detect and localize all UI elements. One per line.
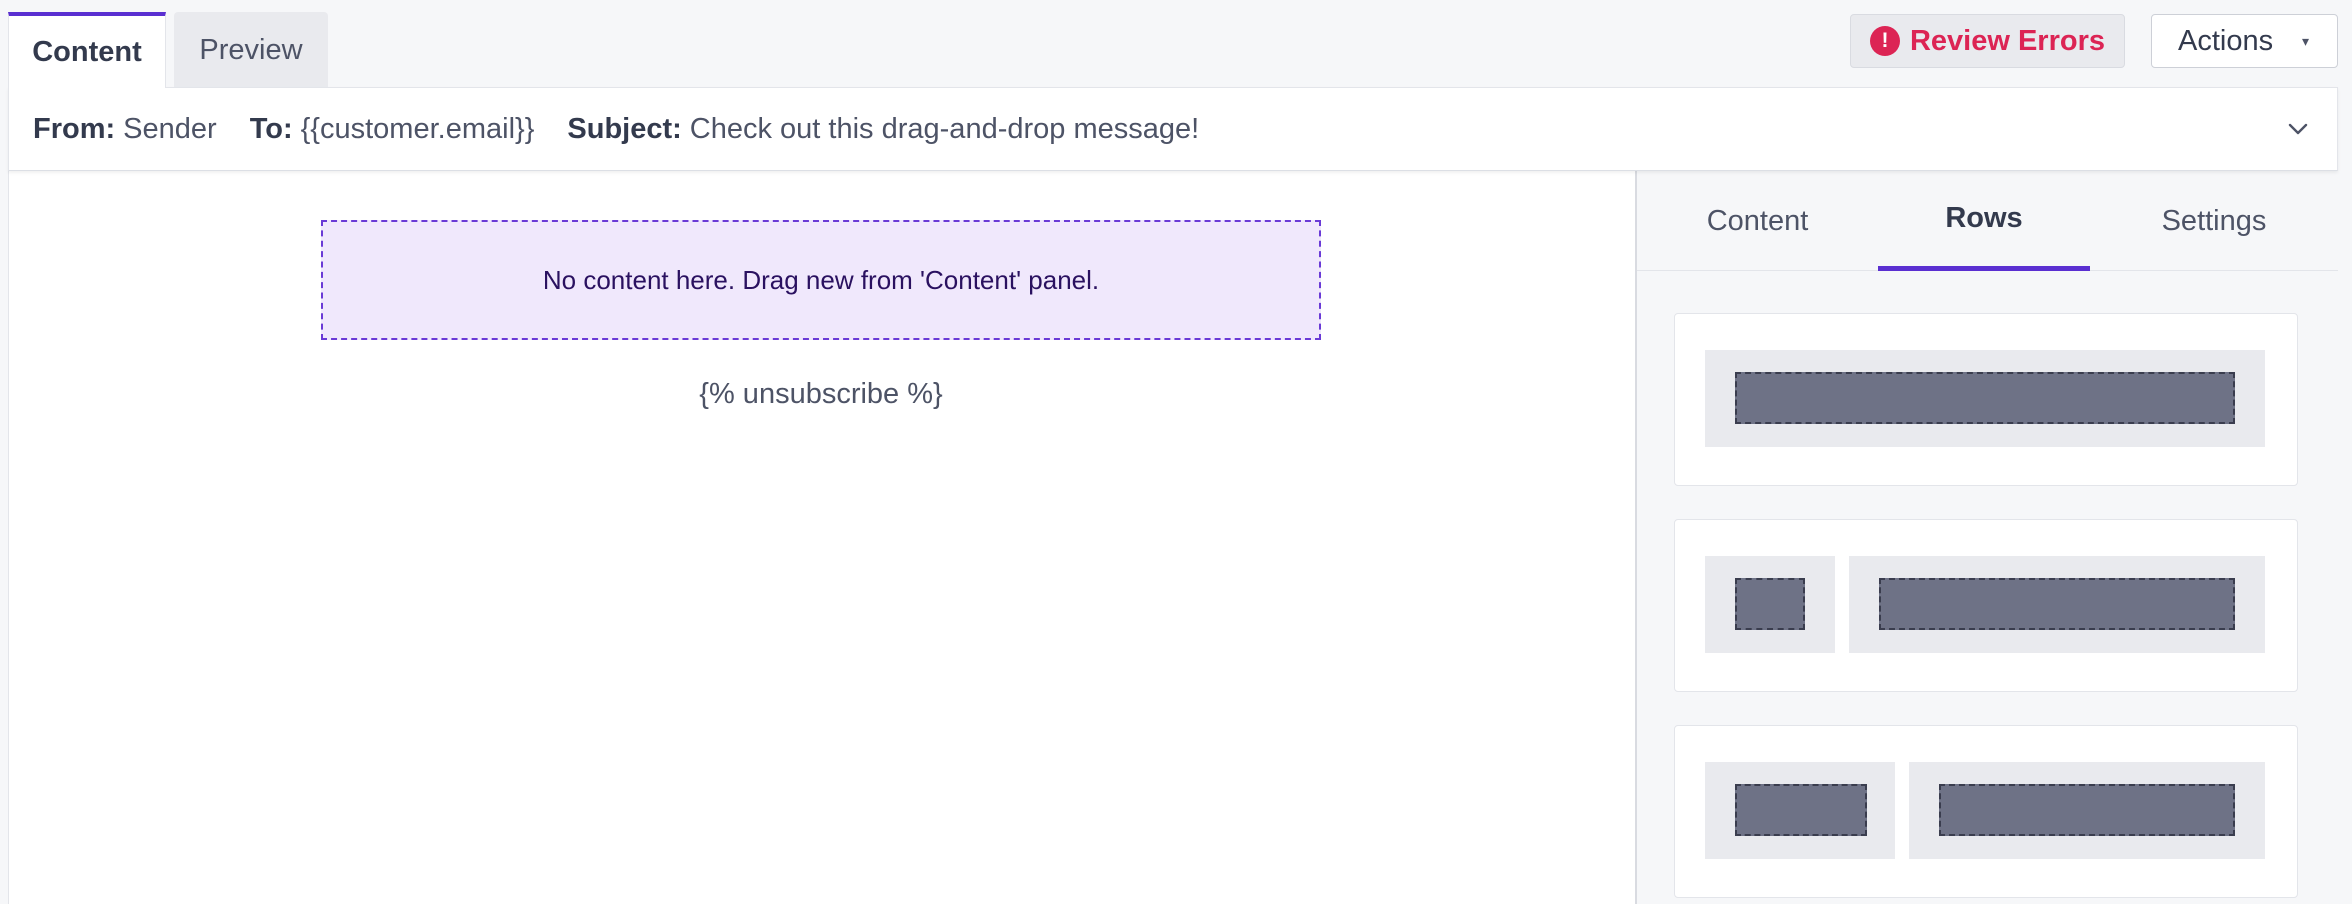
panel-tab-rows[interactable]: Rows xyxy=(1878,171,2090,271)
from-value: Sender xyxy=(123,112,217,145)
tab-preview[interactable]: Preview xyxy=(174,12,328,88)
panel-tab-settings-label: Settings xyxy=(2161,204,2267,237)
subject-field: Subject: Check out this drag-and-drop mes… xyxy=(567,113,1199,146)
from-label: From: xyxy=(33,112,116,145)
row-layout-small-wide[interactable] xyxy=(1674,519,2298,692)
from-field: From: Sender xyxy=(33,113,217,146)
empty-dropzone[interactable]: No content here. Drag new from 'Content'… xyxy=(321,220,1321,340)
actions-dropdown[interactable]: Actions ▾ xyxy=(2151,14,2338,68)
message-header[interactable]: From: Sender To: {{customer.email}} Subjec… xyxy=(8,87,2338,171)
content-block-placeholder xyxy=(1735,784,1867,836)
dropzone-text: No content here. Drag new from 'Content'… xyxy=(542,264,1100,295)
review-errors-label: Review Errors xyxy=(1909,24,2106,57)
subject-value: Check out this drag-and-drop message! xyxy=(689,112,1200,145)
side-panel: Content Rows Settings xyxy=(1635,171,2338,904)
row-column xyxy=(1705,556,1835,653)
to-label: To: xyxy=(249,112,293,145)
unsubscribe-text: {% unsubscribe %} xyxy=(699,378,943,410)
panel-tab-rows-label: Rows xyxy=(1945,202,2023,234)
row-layout-two-columns[interactable] xyxy=(1674,725,2298,898)
review-errors-button[interactable]: ! Review Errors xyxy=(1850,14,2125,68)
tab-content-label: Content xyxy=(32,35,142,68)
top-bar: Content Preview ! Review Errors Actions … xyxy=(0,0,2352,88)
row-layout-one-column[interactable] xyxy=(1674,313,2298,486)
content-block-placeholder xyxy=(1735,372,2235,424)
exclamation-icon: ! xyxy=(1869,26,1900,56)
caret-down-icon: ▾ xyxy=(2301,33,2309,49)
panel-tab-content[interactable]: Content xyxy=(1637,171,1878,271)
actions-label: Actions xyxy=(2178,24,2274,57)
to-field: To: {{customer.email}} xyxy=(250,113,535,146)
row-column xyxy=(1705,350,2265,447)
tab-preview-label: Preview xyxy=(199,33,303,66)
content-block-placeholder xyxy=(1879,578,2235,630)
panel-tabs: Content Rows Settings xyxy=(1637,171,2338,271)
row-column xyxy=(1849,556,2265,653)
content-block-placeholder xyxy=(1735,578,1805,630)
content-block-placeholder xyxy=(1939,784,2235,836)
tab-content[interactable]: Content xyxy=(8,12,166,88)
row-column xyxy=(1909,762,2265,859)
chevron-down-icon[interactable] xyxy=(2281,112,2315,146)
subject-label: Subject: xyxy=(567,112,682,145)
row-column xyxy=(1705,762,1895,859)
email-canvas[interactable]: No content here. Drag new from 'Content'… xyxy=(8,171,1635,904)
panel-tab-settings[interactable]: Settings xyxy=(2090,171,2338,271)
to-value: {{customer.email}} xyxy=(300,112,535,145)
panel-tab-content-label: Content xyxy=(1706,204,1809,237)
